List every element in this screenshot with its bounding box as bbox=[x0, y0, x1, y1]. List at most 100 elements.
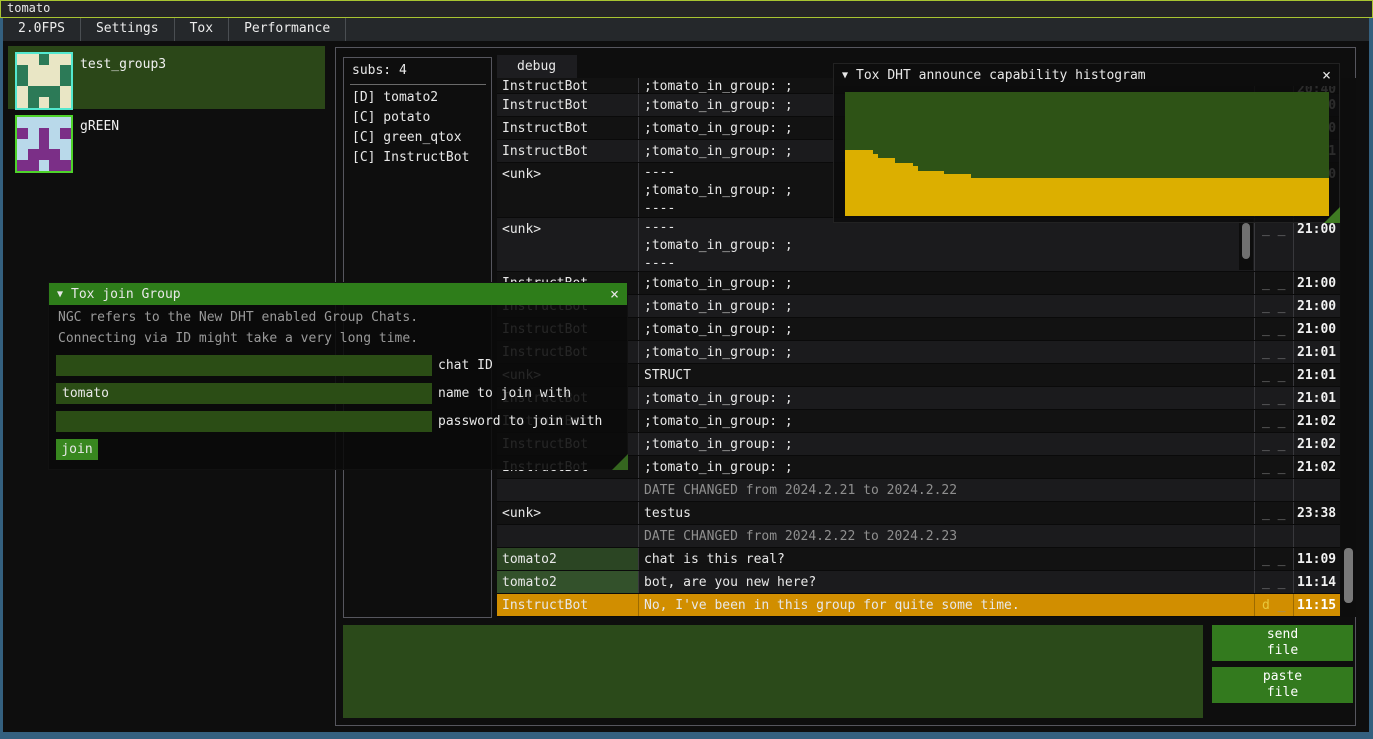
join-name-input[interactable]: tomato bbox=[56, 383, 432, 404]
member-potato[interactable]: [C] potato bbox=[352, 108, 469, 128]
join-resize-grip[interactable] bbox=[612, 454, 628, 470]
menu-item-settings[interactable]: Settings bbox=[81, 18, 175, 41]
message-flags: _ _ bbox=[1255, 295, 1294, 317]
message-text: ;tomato_in_group: ; bbox=[639, 387, 1255, 409]
message-sender: InstructBot bbox=[497, 94, 639, 116]
join-desc-line1: NGC refers to the New DHT enabled Group … bbox=[58, 310, 418, 325]
avatar-pixel bbox=[49, 139, 60, 150]
message-timestamp: 21:02 bbox=[1294, 410, 1340, 432]
chat-id-input[interactable] bbox=[56, 355, 432, 376]
message-sender: tomato2 bbox=[497, 571, 639, 593]
group-avatar-gREEN bbox=[15, 115, 73, 173]
join-password-input[interactable] bbox=[56, 411, 432, 432]
histogram-bar bbox=[918, 171, 944, 216]
avatar-pixel bbox=[60, 117, 71, 128]
member-tomato2[interactable]: [D] tomato2 bbox=[352, 88, 469, 108]
avatar-pixel bbox=[39, 117, 50, 128]
message-timestamp: 11:09 bbox=[1294, 548, 1340, 570]
avatar-pixel bbox=[28, 117, 39, 128]
paste-file-button[interactable]: paste file bbox=[1212, 667, 1353, 703]
collapse-arrow-icon[interactable]: ▼ bbox=[842, 70, 848, 81]
avatar-pixel bbox=[49, 65, 60, 76]
member-InstructBot[interactable]: [C] InstructBot bbox=[352, 148, 469, 168]
date-changed-row[interactable]: DATE CHANGED from 2024.2.21 to 2024.2.22 bbox=[497, 479, 1340, 502]
message-flags: d _ bbox=[1255, 594, 1294, 616]
message-input[interactable] bbox=[343, 625, 1203, 718]
member-green_qtox[interactable]: [C] green_qtox bbox=[352, 128, 469, 148]
collapse-arrow-icon[interactable]: ▼ bbox=[57, 289, 63, 300]
avatar-pixel bbox=[28, 128, 39, 139]
message-timestamp bbox=[1294, 479, 1340, 501]
message-timestamp: 11:14 bbox=[1294, 571, 1340, 593]
message-timestamp: 21:01 bbox=[1294, 341, 1340, 363]
histogram-bar bbox=[895, 163, 913, 216]
join-desc-line2: Connecting via ID might take a very long… bbox=[58, 331, 418, 346]
avatar-pixel bbox=[39, 65, 50, 76]
avatar-pixel bbox=[39, 54, 50, 65]
join-button[interactable]: join bbox=[56, 439, 98, 460]
message-text: No, I've been in this group for quite so… bbox=[639, 594, 1255, 616]
message-flags: _ _ bbox=[1255, 218, 1294, 271]
avatar-pixel bbox=[49, 149, 60, 160]
avatar-pixel bbox=[39, 139, 50, 150]
chat-message-row[interactable]: InstructBotNo, I've been in this group f… bbox=[497, 594, 1340, 617]
message-text: ;tomato_in_group: ; bbox=[639, 295, 1255, 317]
message-scrollbar-thumb[interactable] bbox=[1242, 223, 1250, 259]
window-titlebar[interactable]: tomato bbox=[0, 0, 1373, 18]
message-sender: <unk> bbox=[497, 218, 639, 271]
menu-item-performance[interactable]: Performance bbox=[229, 18, 346, 41]
chat-message-row[interactable]: <unk>---- ;tomato_in_group: ; ----_ _21:… bbox=[497, 218, 1340, 272]
members-list: [D] tomato2[C] potato[C] green_qtox[C] I… bbox=[352, 88, 469, 168]
date-changed-row[interactable]: DATE CHANGED from 2024.2.22 to 2024.2.23 bbox=[497, 525, 1340, 548]
avatar-pixel bbox=[17, 86, 28, 97]
chat-message-row[interactable]: <unk>testus_ _23:38 bbox=[497, 502, 1340, 525]
message-flags: _ _ bbox=[1255, 571, 1294, 593]
close-icon[interactable]: × bbox=[610, 283, 619, 305]
avatar-pixel bbox=[28, 160, 39, 171]
avatar-pixel bbox=[49, 128, 60, 139]
dht-histogram-titlebar[interactable]: ▼ Tox DHT announce capability histogram … bbox=[834, 64, 1339, 86]
avatar-pixel bbox=[39, 76, 50, 87]
message-timestamp: 21:00 bbox=[1294, 218, 1340, 271]
avatar-pixel bbox=[60, 139, 71, 150]
avatar-pixel bbox=[28, 149, 39, 160]
tab-debug[interactable]: debug bbox=[497, 55, 577, 78]
close-icon[interactable]: × bbox=[1322, 64, 1331, 86]
message-text: ;tomato_in_group: ; bbox=[639, 341, 1255, 363]
avatar-pixel bbox=[39, 97, 50, 108]
message-timestamp: 21:02 bbox=[1294, 456, 1340, 478]
message-sender: tomato2 bbox=[497, 548, 639, 570]
message-flags: _ _ bbox=[1255, 364, 1294, 386]
avatar-pixel bbox=[28, 97, 39, 108]
avatar-pixel bbox=[60, 128, 71, 139]
avatar-pixel bbox=[28, 65, 39, 76]
avatar-pixel bbox=[17, 117, 28, 128]
message-flags: _ _ bbox=[1255, 456, 1294, 478]
chat-message-row[interactable]: tomato2chat is this real?_ _11:09 bbox=[497, 548, 1340, 571]
histogram-bar bbox=[845, 150, 873, 216]
histogram-bar bbox=[878, 158, 895, 216]
join-group-titlebar[interactable]: ▼ Tox join Group × bbox=[49, 283, 627, 305]
message-text: ;tomato_in_group: ; bbox=[639, 318, 1255, 340]
chat-scrollbar-track[interactable] bbox=[1341, 78, 1356, 617]
dht-histogram-plot bbox=[845, 92, 1329, 216]
avatar-pixel bbox=[60, 160, 71, 171]
menu-item-tox[interactable]: Tox bbox=[175, 18, 229, 41]
send-file-button[interactable]: send file bbox=[1212, 625, 1353, 661]
dht-histogram-title: Tox DHT announce capability histogram bbox=[856, 68, 1146, 83]
avatar-pixel bbox=[49, 76, 60, 87]
avatar-pixel bbox=[28, 86, 39, 97]
chat-message-row[interactable]: tomato2bot, are you new here?_ _11:14 bbox=[497, 571, 1340, 594]
chat-scrollbar-thumb[interactable] bbox=[1344, 548, 1353, 603]
menu-item-2-0fps[interactable]: 2.0FPS bbox=[3, 18, 81, 41]
message-timestamp: 21:01 bbox=[1294, 387, 1340, 409]
avatar-pixel bbox=[28, 139, 39, 150]
menubar: 2.0FPSSettingsToxPerformance bbox=[3, 18, 1369, 41]
message-flags: _ _ bbox=[1255, 548, 1294, 570]
window-edge-left bbox=[0, 18, 3, 739]
members-count-label: subs: 4 bbox=[352, 63, 407, 78]
histogram-resize-grip[interactable] bbox=[1324, 207, 1340, 223]
avatar-pixel bbox=[60, 54, 71, 65]
message-flags bbox=[1255, 479, 1294, 501]
avatar-pixel bbox=[17, 54, 28, 65]
